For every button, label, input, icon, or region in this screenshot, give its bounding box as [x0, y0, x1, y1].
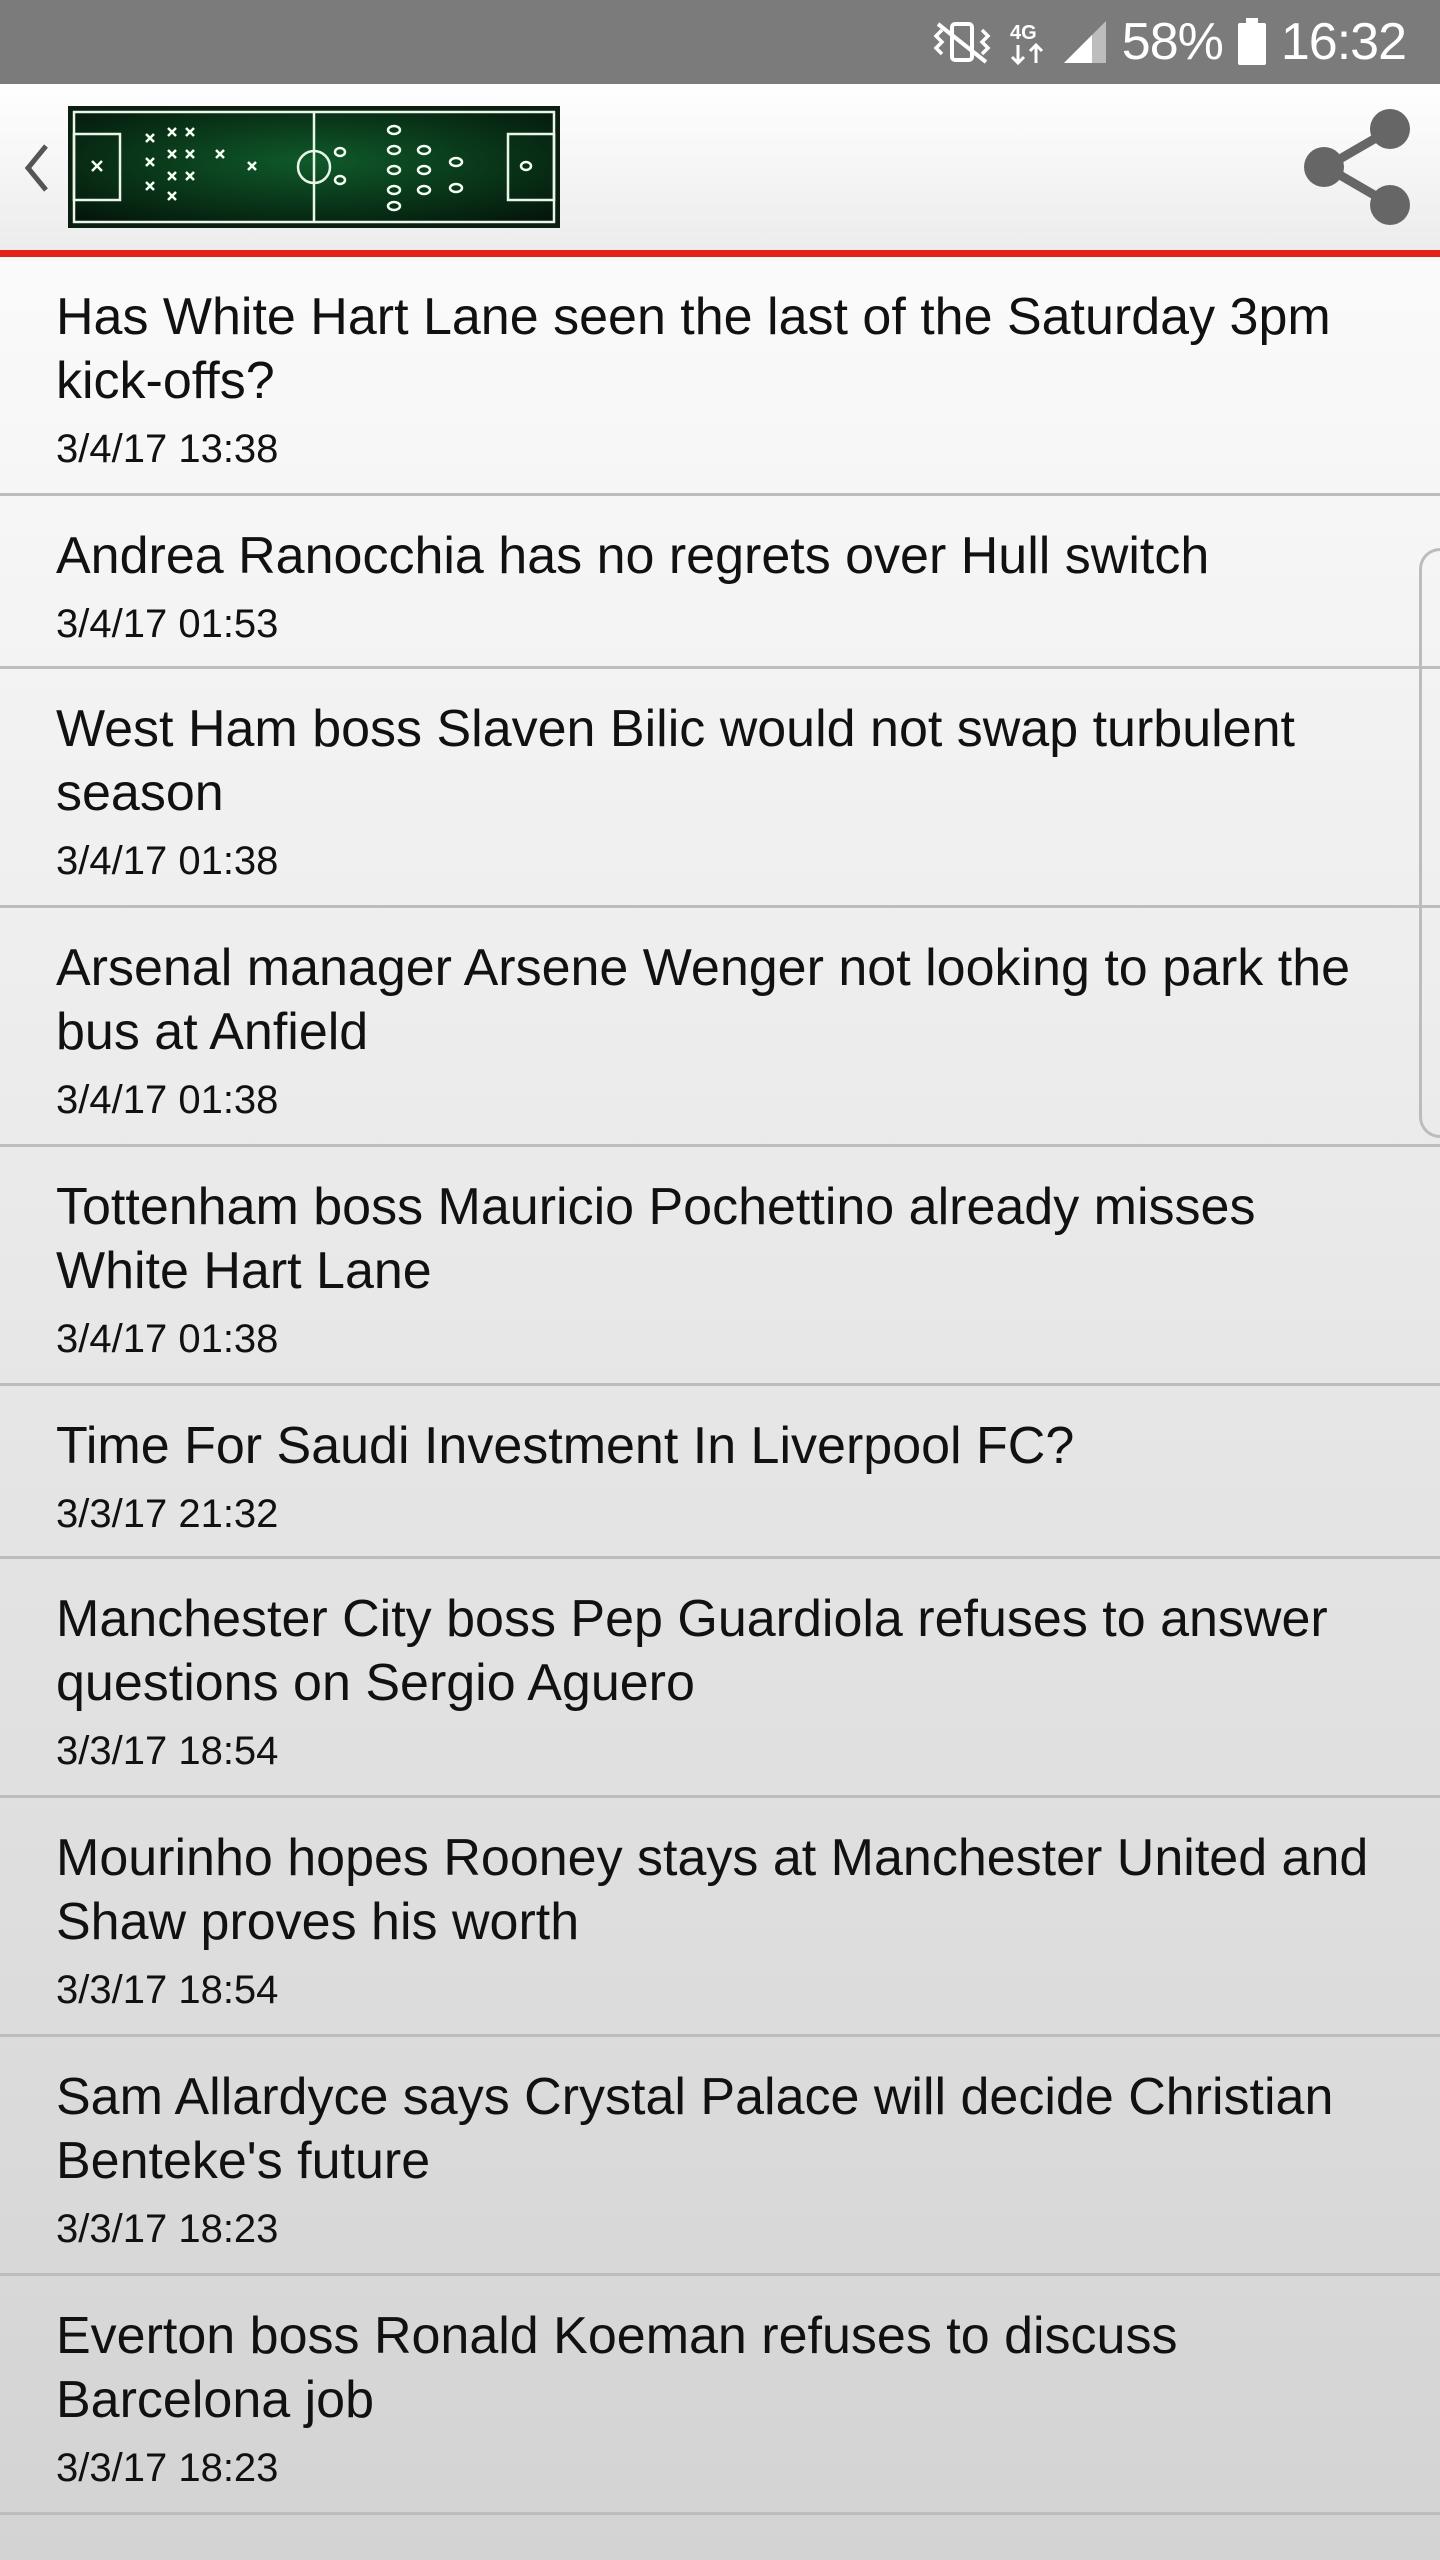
battery-percentage: 58% [1121, 13, 1224, 71]
list-item[interactable]: Has White Hart Lane seen the last of the… [0, 257, 1440, 496]
list-item[interactable]: West Ham boss Slaven Bilic would not swa… [0, 669, 1440, 908]
scrollbar[interactable] [1419, 548, 1440, 1138]
4g-icon: 4G [1008, 17, 1048, 67]
battery-icon [1237, 18, 1267, 66]
tactics-board-logo[interactable] [68, 106, 560, 228]
article-title: Everton boss Ronald Koeman refuses to di… [56, 2307, 1178, 2429]
article-date: 3/3/17 18:23 [56, 2446, 279, 2490]
list-item[interactable]: Tottenham boss Mauricio Pochettino alrea… [0, 1147, 1440, 1386]
article-date: 3/3/17 21:32 [56, 1492, 279, 1536]
share-button[interactable] [1294, 104, 1418, 230]
news-list[interactable]: Has White Hart Lane seen the last of the… [0, 257, 1440, 2515]
signal-icon [1062, 19, 1108, 65]
article-title: Sam Allardyce says Crystal Palace will d… [56, 2068, 1334, 2190]
header-divider [0, 250, 1440, 257]
svg-text:4G: 4G [1010, 22, 1037, 44]
article-date: 3/4/17 01:38 [56, 1078, 279, 1122]
article-date: 3/3/17 18:54 [56, 1729, 279, 1773]
list-item[interactable]: Manchester City boss Pep Guardiola refus… [0, 1559, 1440, 1798]
article-title: Mourinho hopes Rooney stays at Mancheste… [56, 1829, 1369, 1951]
article-title: Has White Hart Lane seen the last of the… [56, 288, 1331, 410]
screen: 4G 58% 16:32 Has White Hart Lane seen th… [0, 0, 1440, 2560]
article-date: 3/4/17 01:53 [56, 602, 279, 646]
list-item[interactable]: Everton boss Ronald Koeman refuses to di… [0, 2276, 1440, 2515]
article-date: 3/3/17 18:54 [56, 1968, 279, 2012]
list-item[interactable]: Arsenal manager Arsene Wenger not lookin… [0, 908, 1440, 1147]
article-date: 3/3/17 18:23 [56, 2207, 279, 2251]
status-bar: 4G 58% 16:32 [0, 0, 1440, 84]
list-item[interactable]: Time For Saudi Investment In Liverpool F… [0, 1386, 1440, 1559]
article-date: 3/4/17 13:38 [56, 427, 279, 471]
article-title: Arsenal manager Arsene Wenger not lookin… [56, 939, 1351, 1061]
article-date: 3/4/17 01:38 [56, 1317, 279, 1361]
list-item[interactable]: Mourinho hopes Rooney stays at Mancheste… [0, 1798, 1440, 2037]
back-button[interactable] [14, 134, 58, 202]
app-bar [0, 84, 1440, 250]
article-title: West Ham boss Slaven Bilic would not swa… [56, 700, 1295, 822]
chevron-left-icon [24, 144, 48, 192]
article-date: 3/4/17 01:38 [56, 839, 279, 883]
share-icon [1304, 109, 1410, 225]
article-title: Manchester City boss Pep Guardiola refus… [56, 1590, 1328, 1712]
article-title: Time For Saudi Investment In Liverpool F… [56, 1417, 1075, 1475]
clock: 16:32 [1280, 13, 1407, 71]
mute-vibrate-icon [930, 20, 994, 64]
list-item[interactable]: Sam Allardyce says Crystal Palace will d… [0, 2037, 1440, 2276]
status-icons: 4G 58% 16:32 [930, 0, 1407, 84]
article-title: Tottenham boss Mauricio Pochettino alrea… [56, 1178, 1256, 1300]
article-title: Andrea Ranocchia has no regrets over Hul… [56, 527, 1210, 585]
list-item[interactable]: Andrea Ranocchia has no regrets over Hul… [0, 496, 1440, 669]
